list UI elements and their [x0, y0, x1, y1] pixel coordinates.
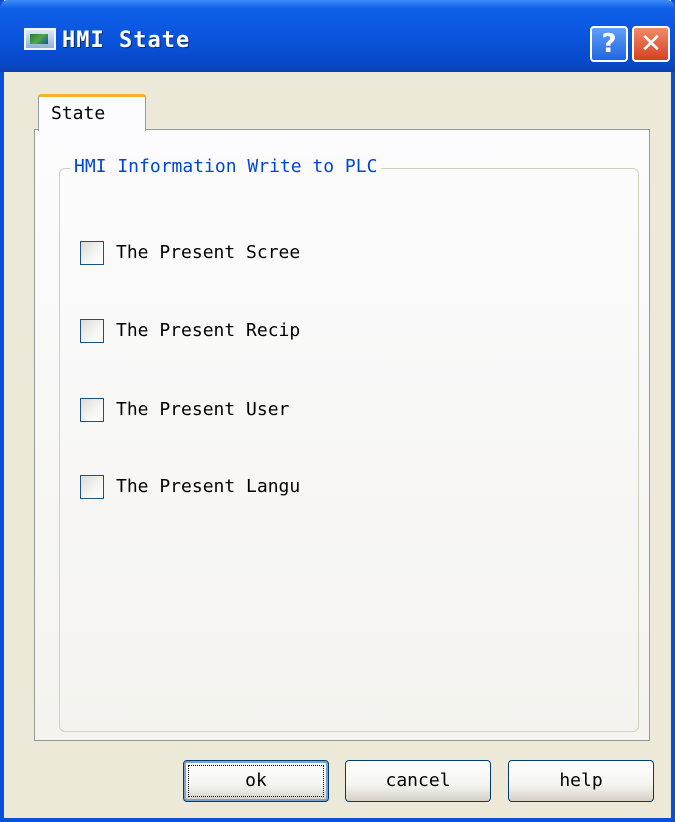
tab-state[interactable]: State — [38, 94, 146, 131]
checkbox-label: The Present Recip — [116, 320, 301, 341]
help-icon[interactable]: ? — [590, 26, 628, 62]
window-title: HMI State — [62, 28, 191, 53]
app-window-icon — [24, 28, 56, 50]
help-button[interactable]: help — [508, 760, 654, 802]
close-icon[interactable]: ✕ — [632, 26, 670, 62]
checkbox-present-screen[interactable] — [80, 241, 104, 265]
checkbox-label: The Present User — [116, 399, 290, 420]
title-bar[interactable]: HMI State ? ✕ — [0, 0, 675, 72]
checkbox-present-recipe[interactable] — [80, 319, 104, 343]
checkbox-label: The Present Scree — [116, 242, 301, 263]
checkbox-present-user[interactable] — [80, 398, 104, 422]
ok-button[interactable]: ok — [183, 760, 329, 802]
checkbox-label: The Present Langu — [116, 476, 301, 497]
group-caption: HMI Information Write to PLC — [70, 156, 382, 177]
checkbox-present-language[interactable] — [80, 475, 104, 499]
cancel-button[interactable]: cancel — [345, 760, 491, 802]
